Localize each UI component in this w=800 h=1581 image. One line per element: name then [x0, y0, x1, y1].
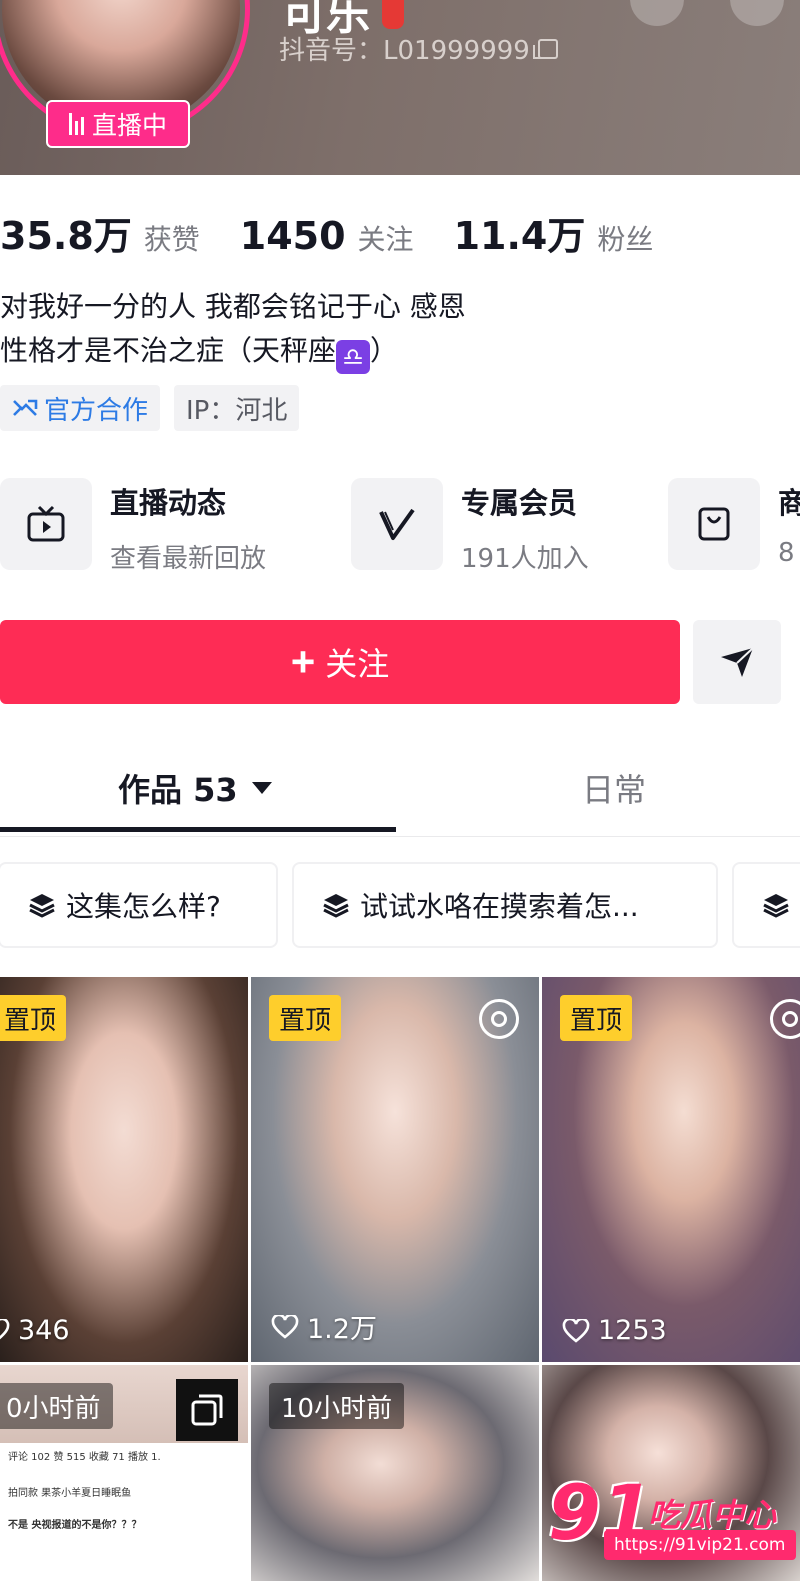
stat-following[interactable]: 1450 关注	[240, 214, 414, 258]
top-action-button[interactable]	[630, 0, 684, 26]
video-tile[interactable]: 置顶 346	[0, 977, 248, 1362]
share-button[interactable]	[693, 620, 781, 704]
stat-likes[interactable]: 35.8万 获赞	[0, 205, 200, 260]
profile-header: 直播中 可乐 抖音号：L01999999	[0, 0, 800, 175]
live-ring-icon	[770, 999, 800, 1039]
heart-icon	[562, 1318, 590, 1343]
ip-location-tag: IP：河北	[174, 385, 300, 431]
like-count: 1253	[562, 1315, 667, 1346]
heart-icon	[271, 1314, 299, 1339]
stats-row: 35.8万 获赞 1450 关注 11.4万 粉丝	[0, 205, 693, 260]
like-count: 346	[0, 1315, 70, 1346]
tab-works[interactable]: 作品 53	[118, 765, 272, 811]
stack-icon	[323, 894, 349, 918]
time-ago-badge: 0小时前	[0, 1383, 113, 1429]
collection-chip-3[interactable]	[732, 862, 800, 948]
video-tile[interactable]: 置顶 1253	[542, 977, 800, 1362]
bio-line-1: 对我好一分的人 我都会铭记于心 感恩	[0, 290, 466, 323]
collection-chip-1[interactable]: 这集怎么样?	[0, 862, 278, 948]
follow-button[interactable]: + 关注	[0, 620, 680, 704]
video-tile[interactable]: 0小时前 评论 102 赞 515 收藏 71 播放 1. 拍同款 果茶小羊夏日…	[0, 1365, 248, 1581]
video-tile[interactable]: 10小时前	[251, 1365, 539, 1581]
stack-icon	[763, 894, 789, 918]
stat-followers[interactable]: 11.4万 粉丝	[454, 205, 654, 260]
plus-icon: +	[290, 638, 316, 685]
feature-shop[interactable]: 商 8	[668, 478, 800, 570]
watermark: 91 吃瓜中心 https://91vip21.com	[548, 1468, 796, 1581]
bio: 对我好一分的人 我都会铭记于心 感恩 性格才是不治之症（天秤座 ♎）	[0, 285, 466, 374]
tab-daily[interactable]: 日常	[582, 765, 646, 811]
vip-icon	[351, 478, 443, 570]
feature-cards: 直播动态 查看最新回放 专属会员 191人加入 商 8	[0, 478, 800, 575]
official-cooperation-tag[interactable]: 官方合作	[0, 385, 161, 431]
libra-emoji-icon: ♎	[336, 340, 371, 374]
official-badge-icon	[13, 399, 38, 416]
feature-membership[interactable]: 专属会员 191人加入	[351, 478, 589, 575]
stack-icon	[29, 894, 55, 918]
multi-image-icon	[176, 1379, 238, 1441]
time-ago-badge: 10小时前	[269, 1383, 405, 1429]
bio-line-2: 性格才是不治之症（天秤座 ♎）	[0, 329, 466, 374]
copy-icon[interactable]	[532, 38, 558, 59]
collection-chip-2[interactable]: 试试水咯在摸索着怎...	[292, 862, 718, 948]
collections-row: 这集怎么样? 试试水咯在摸索着怎...	[0, 862, 800, 950]
pinned-badge: 置顶	[560, 995, 633, 1041]
feature-live-updates[interactable]: 直播动态 查看最新回放	[0, 478, 266, 575]
live-badge[interactable]: 直播中	[46, 100, 190, 148]
shop-bag-icon	[668, 478, 760, 570]
watermark-url: https://91vip21.com	[604, 1530, 796, 1560]
douyin-id[interactable]: 抖音号：L01999999	[279, 30, 558, 67]
live-badge-label: 直播中	[91, 111, 167, 140]
caret-down-icon	[251, 782, 272, 794]
more-button[interactable]	[730, 0, 784, 26]
pinned-badge: 置顶	[0, 995, 67, 1041]
video-tile[interactable]: 置顶 1.2万	[251, 977, 539, 1362]
content-tabs: 作品 53 日常	[0, 745, 800, 837]
heart-icon	[0, 1318, 10, 1339]
profile-tags: 官方合作 IP：河北	[0, 385, 300, 431]
send-icon	[721, 647, 754, 677]
tab-underline	[0, 827, 396, 832]
pinned-badge: 置顶	[269, 995, 342, 1041]
like-count: 1.2万	[271, 1307, 377, 1346]
cup-icon	[382, 0, 404, 29]
live-ring-icon	[479, 999, 519, 1039]
live-bars-icon	[68, 113, 84, 135]
tv-icon	[0, 478, 92, 570]
comment-screenshot: 评论 102 赞 515 收藏 71 播放 1. 拍同款 果茶小羊夏日睡眠鱼 不…	[0, 1443, 248, 1581]
